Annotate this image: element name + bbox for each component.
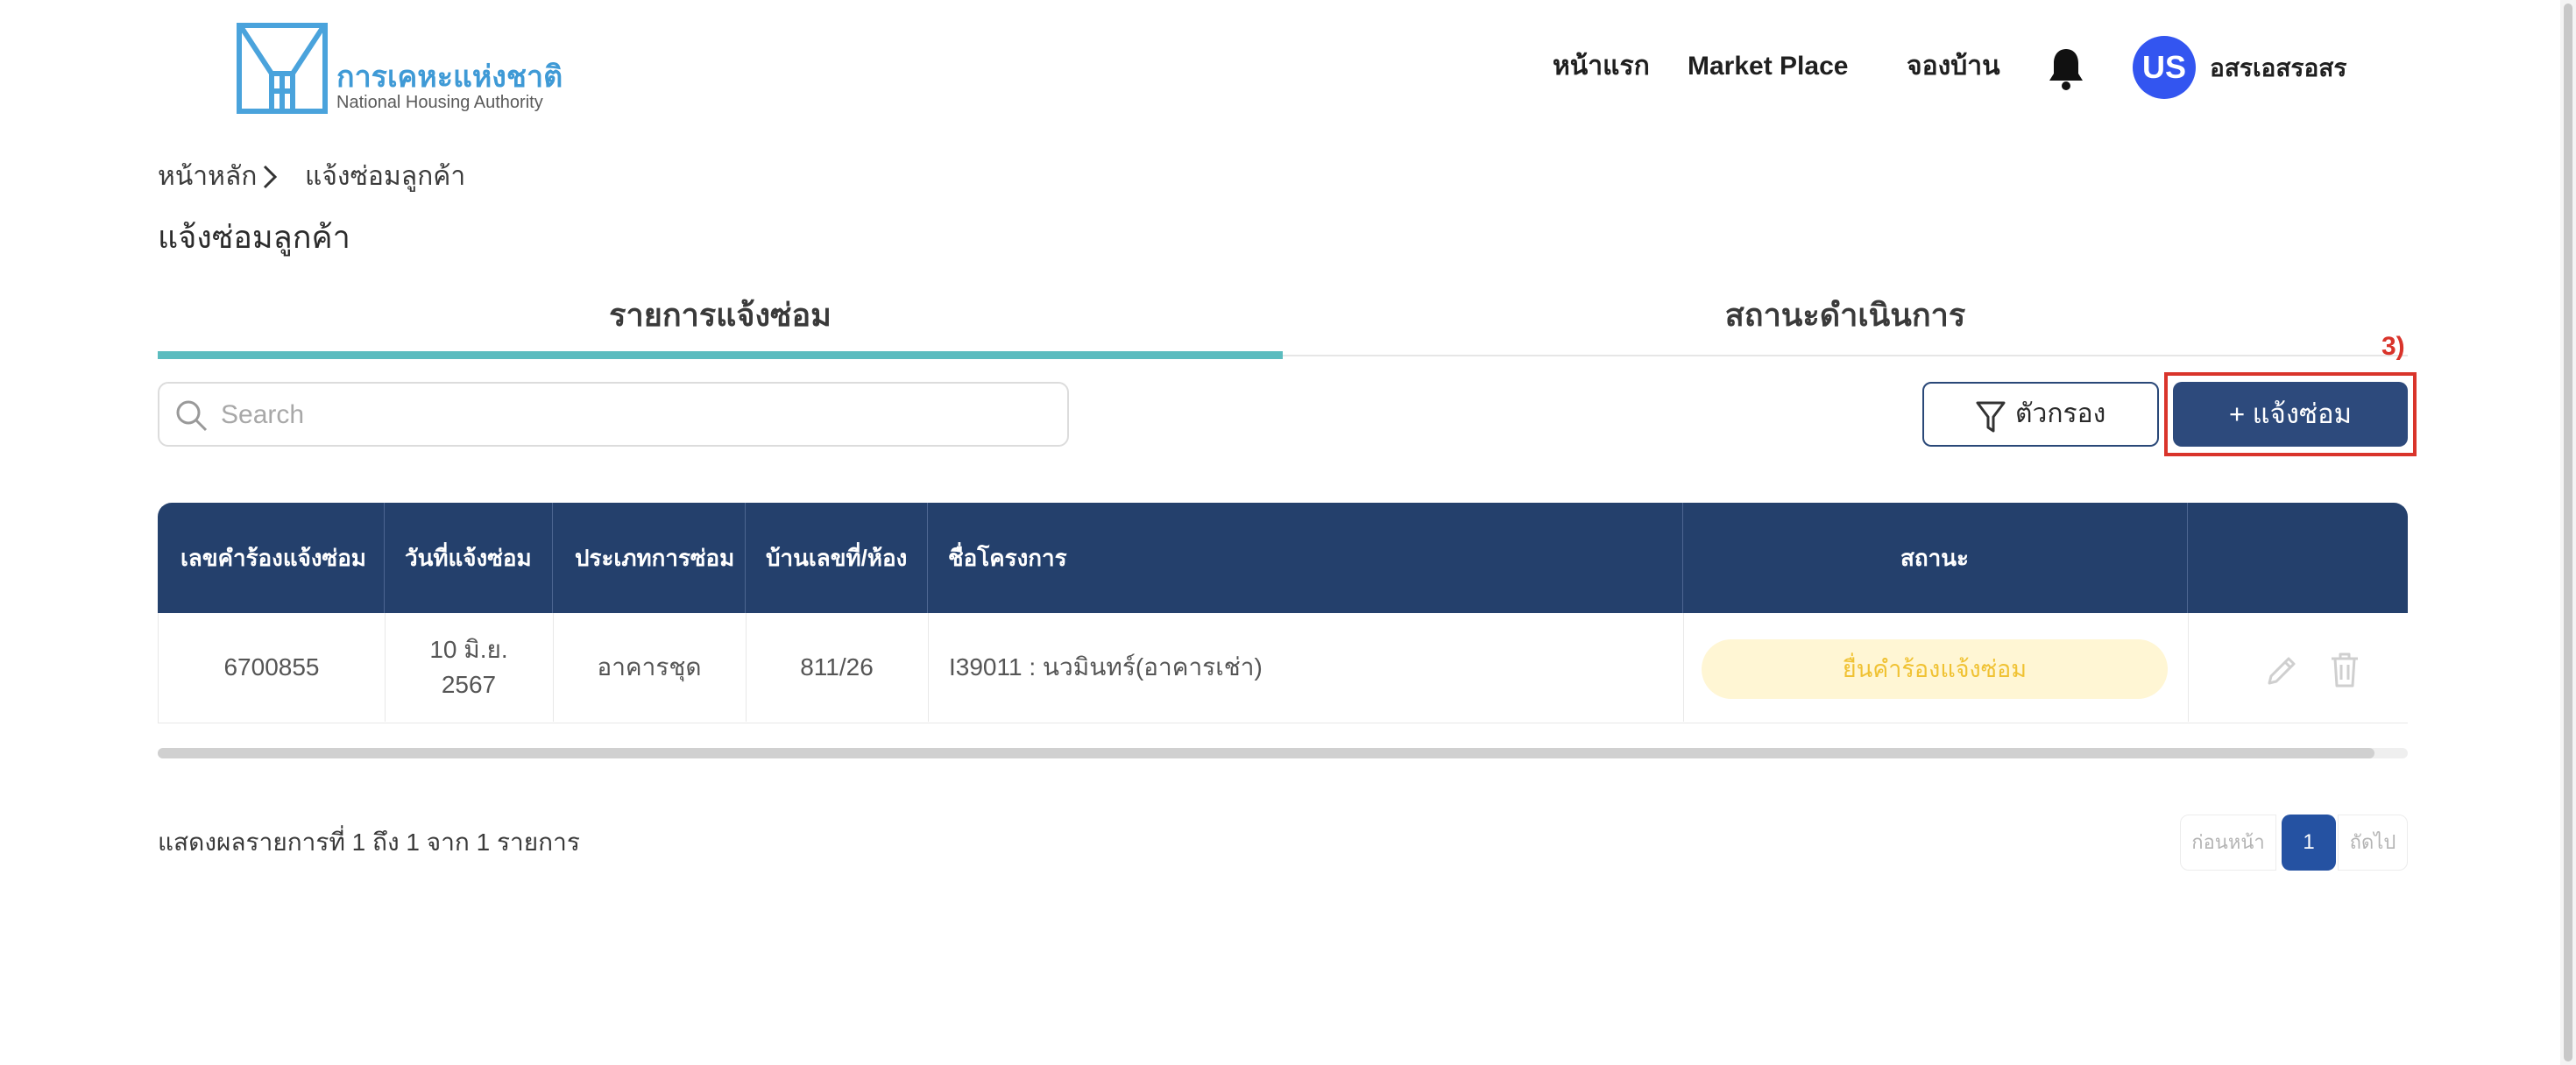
search-box — [158, 382, 1069, 447]
avatar[interactable]: US — [2133, 36, 2196, 99]
cell-type: อาคารชุด — [597, 653, 702, 681]
filter-button[interactable]: ตัวกรอง — [1922, 382, 2159, 447]
edit-icon[interactable] — [2264, 653, 2299, 688]
filter-icon — [1976, 401, 2006, 433]
cell-request-no: 6700855 — [223, 653, 320, 681]
page-scrollbar-thumb[interactable] — [2564, 4, 2572, 1061]
cell-date-day: 10 มิ.ย. — [429, 636, 508, 663]
chevron-right-icon — [263, 165, 278, 189]
breadcrumb-home[interactable]: หน้าหลัก — [158, 159, 257, 194]
logo-english-text: National Housing Authority — [336, 93, 543, 112]
nha-logo[interactable]: การเคหะแห่งชาติ National Housing Authori… — [237, 23, 563, 119]
col-project[interactable]: ชื่อโครงการ — [948, 503, 1067, 613]
nav-home[interactable]: หน้าแรก — [1553, 49, 1650, 84]
nav-market-place[interactable]: Market Place — [1688, 49, 1848, 84]
col-type[interactable]: ประเภทการซ่อม — [575, 503, 734, 613]
nav-booking[interactable]: จองบ้าน — [1907, 49, 2000, 84]
add-repair-button[interactable]: + แจ้งซ่อม — [2173, 382, 2408, 447]
bell-icon[interactable] — [2047, 46, 2085, 91]
cell-house-no: 811/26 — [800, 653, 874, 681]
page-title: แจ้งซ่อมลูกค้า — [158, 219, 350, 255]
pagination-page-1[interactable]: 1 — [2282, 815, 2336, 871]
table-header: เลขคำร้องแจ้งซ่อม วันที่แจ้งซ่อม ประเภทก… — [158, 503, 2408, 613]
scrollbar-thumb[interactable] — [158, 748, 2374, 758]
pagination-prev-button[interactable]: ก่อนหน้า — [2180, 815, 2276, 871]
annotation-label: 3) — [2381, 332, 2405, 361]
cell-project: I39011 : นวมินทร์(อาคารเช่า) — [949, 653, 1263, 681]
trash-icon[interactable] — [2329, 652, 2360, 688]
col-date[interactable]: วันที่แจ้งซ่อม — [405, 503, 532, 613]
breadcrumb-current: แจ้งซ่อมลูกค้า — [305, 162, 466, 191]
tab-repair-list[interactable]: รายการแจ้งซ่อม — [158, 289, 1283, 342]
page-vertical-scrollbar[interactable] — [2560, 0, 2576, 1065]
col-house-no[interactable]: บ้านเลขที่/ห้อง — [766, 503, 907, 613]
cell-date: 10 มิ.ย. 2567 — [385, 613, 553, 722]
col-actions — [2187, 503, 2408, 613]
results-summary: แสดงผลรายการที่ 1 ถึง 1 จาก 1 รายการ — [158, 829, 580, 856]
filter-label: ตัวกรอง — [2015, 399, 2106, 428]
tab-active-indicator — [158, 351, 1283, 359]
tab-progress-status[interactable]: สถานะดำเนินการ — [1283, 289, 2408, 342]
col-request-no[interactable]: เลขคำร้องแจ้งซ่อม — [180, 503, 366, 613]
search-icon — [176, 400, 208, 432]
pagination-next-button[interactable]: ถัดไป — [2338, 815, 2408, 871]
user-name[interactable]: อสรเอสรอสร — [2210, 51, 2346, 86]
search-input[interactable] — [221, 396, 1044, 434]
cell-date-year: 2567 — [441, 671, 497, 698]
table-horizontal-scrollbar[interactable] — [158, 748, 2408, 758]
status-badge: ยื่นคำร้องแจ้งซ่อม — [1702, 639, 2168, 699]
col-status[interactable]: สถานะ — [1682, 503, 2187, 613]
nha-logo-icon — [237, 23, 328, 114]
